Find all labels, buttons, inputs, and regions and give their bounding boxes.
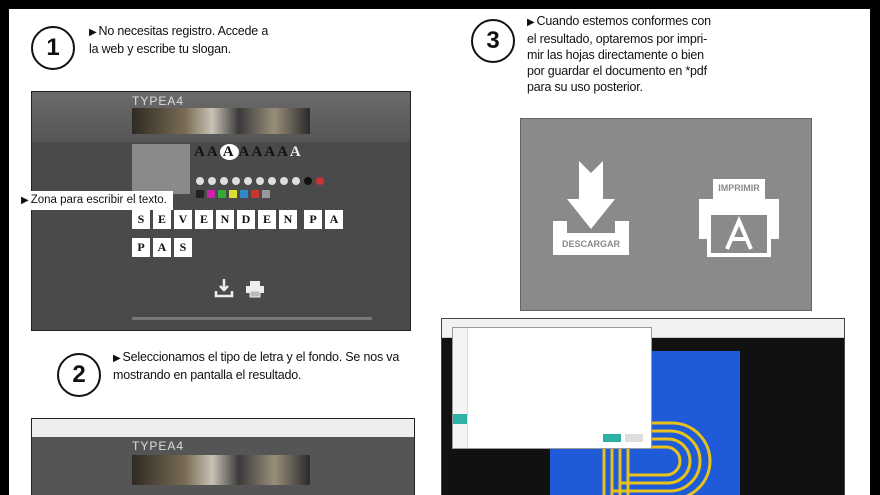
dialog-cancel-button[interactable] — [625, 434, 643, 442]
step-3-text: ▶ Cuando estemos conformes con el resulta… — [527, 13, 737, 95]
arrow-icon: ▶ — [89, 27, 97, 38]
screenshot-typea4-editor: TYPEA4 AA A AAAAA SEVENDENPA PAS — [31, 91, 411, 331]
screenshot-typea4-browser: TYPEA4 — [31, 418, 415, 495]
download-print-panel: DESCARGAR IMPRIMIR — [520, 118, 812, 311]
text-tiles-row-1[interactable]: SEVENDENPA — [132, 210, 346, 229]
color-swatches[interactable] — [196, 185, 273, 203]
step-3-line-2: el resultado, optaremos por impri- — [527, 32, 708, 46]
dialog-ok-button[interactable] — [603, 434, 621, 442]
browser-toolbar — [32, 419, 414, 437]
step-3-line-1: Cuando estemos conformes con — [536, 14, 712, 28]
download-icon[interactable] — [214, 278, 234, 298]
sidebar-box — [132, 144, 190, 194]
page: 1 ▶ No necesitas registro. Accede a la we… — [0, 0, 880, 495]
print-dialog[interactable] — [452, 327, 652, 449]
step-2-line-1: Seleccionamos el tipo de letra y el fond… — [122, 350, 400, 364]
step-3-line-3: mir las hojas directamente o bien — [527, 48, 704, 62]
download-label: DESCARGAR — [561, 239, 620, 249]
step-2-text: ▶ Seleccionamos el tipo de letra y el fon… — [113, 349, 423, 383]
text-zone-callout: ▶ Zona para escribir el texto. — [17, 191, 173, 210]
step-1-number: 1 — [31, 26, 75, 70]
header-photo-2 — [132, 455, 310, 485]
dialog-selected-item — [453, 414, 467, 424]
typea4-logo: TYPEA4 — [132, 94, 185, 108]
arrow-icon: ▶ — [113, 353, 121, 364]
print-label: IMPRIMIR — [718, 183, 760, 193]
step-1-text: ▶ No necesitas registro. Accede a la web … — [89, 23, 289, 57]
step-3-line-4: por guardar el documento en *pdf — [527, 64, 707, 78]
header-photo — [132, 108, 310, 134]
step-3-line-5: para su uso posterior. — [527, 80, 643, 94]
step-3-number: 3 — [471, 19, 515, 63]
step-1-line-1: No necesitas registro. Accede a — [98, 24, 269, 38]
sheet: 1 ▶ No necesitas registro. Accede a la we… — [9, 9, 870, 495]
typea4-logo-2: TYPEA4 — [132, 439, 185, 453]
step-2-line-2: mostrando en pantalla el resultado. — [113, 368, 302, 382]
arrow-icon: ▶ — [527, 17, 535, 28]
font-selector[interactable]: AA A AAAAA — [194, 144, 303, 161]
step-1-line-2: la web y escribe tu slogan. — [89, 42, 231, 56]
footer-line — [132, 317, 372, 320]
print-icon[interactable] — [245, 280, 265, 298]
arrow-icon: ▶ — [21, 195, 29, 206]
dialog-sidebar — [453, 328, 468, 448]
text-tiles-row-2[interactable]: PAS — [132, 238, 195, 257]
step-2-number: 2 — [57, 353, 101, 397]
download-button[interactable]: DESCARGAR — [549, 159, 633, 259]
print-preview-screenshot — [441, 318, 845, 495]
print-button[interactable]: IMPRIMIR — [697, 177, 781, 257]
